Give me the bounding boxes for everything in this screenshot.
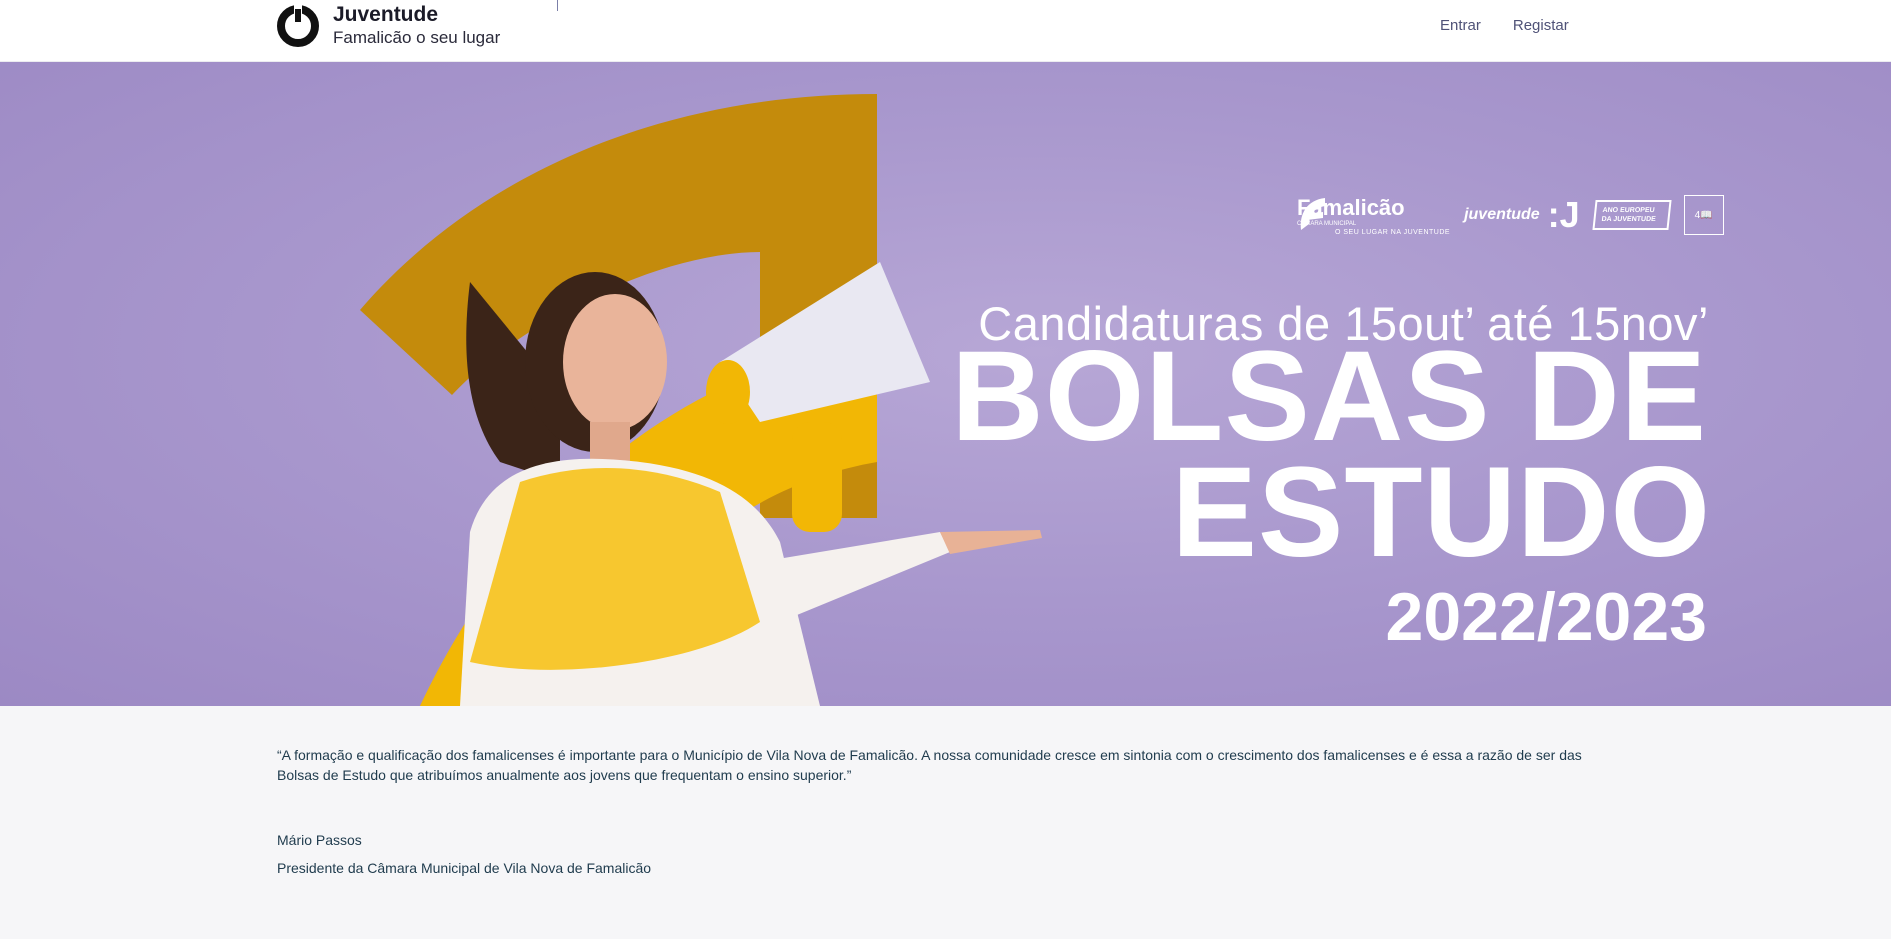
- mayor-quote: “A formação e qualificação dos famalicen…: [277, 747, 1582, 783]
- ods-logo: 4 📖: [1683, 195, 1724, 235]
- famalicao-logo: Famalicão CÂMARA MUNICIPAL O SEU LUGAR N…: [1297, 194, 1451, 236]
- site-header: Juventude Famalicão o seu lugar Entrar R…: [0, 0, 1891, 62]
- finger-shape: [940, 530, 1042, 554]
- author-role: Presidente da Câmara Municipal de Vila N…: [277, 860, 652, 876]
- partner-logos: Famalicão CÂMARA MUNICIPAL O SEU LUGAR N…: [1297, 194, 1724, 236]
- login-link[interactable]: Entrar: [1440, 17, 1481, 34]
- megaphone-grip: [792, 422, 842, 532]
- arm-shape: [760, 532, 950, 622]
- famalicao-f-icon: [1300, 198, 1325, 230]
- juventude-banner-logo: juventude :J: [1464, 194, 1580, 235]
- brand-subtitle: Famalicão o seu lugar: [333, 28, 501, 47]
- juventude-logo-icon: [277, 5, 319, 47]
- book-icon: 📖: [1700, 209, 1713, 221]
- headline-bolsas: BOLSAS DE: [951, 325, 1707, 468]
- megaphone-handle: [706, 360, 750, 424]
- register-link[interactable]: Registar: [1513, 17, 1569, 34]
- header-divider: [557, 0, 558, 11]
- brand-logo[interactable]: Juventude Famalicão o seu lugar: [277, 2, 500, 50]
- quote-author: Mário Passos: [277, 832, 362, 848]
- headline-year: 2022/2023: [1385, 579, 1707, 655]
- top-nav: Entrar Registar: [1440, 17, 1569, 34]
- page-content: “A formação e qualificação dos famalicen…: [277, 745, 1597, 876]
- hero-banner[interactable]: Famalicão CÂMARA MUNICIPAL O SEU LUGAR N…: [0, 62, 1891, 706]
- headline-estudo: ESTUDO: [1171, 441, 1711, 584]
- face-shape: [563, 294, 667, 430]
- brand-title: Juventude: [333, 3, 439, 26]
- ano-europeu-logo: ANO EUROPEU DA JUVENTUDE: [1592, 200, 1672, 230]
- smiley-j-icon: :J: [1547, 194, 1580, 235]
